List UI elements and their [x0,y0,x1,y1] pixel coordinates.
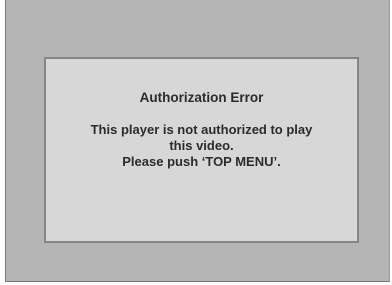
message-line: Please push ‘TOP MENU’. [122,154,281,169]
dialog-title: Authorization Error [139,90,264,105]
message-line: this video. [169,138,234,153]
player-screen: Authorization Error This player is not a… [5,0,390,282]
message-line: This player is not authorized to play [90,122,313,137]
dialog-message: This player is not authorized to play th… [46,122,357,170]
authorization-error-dialog: Authorization Error This player is not a… [44,57,359,243]
